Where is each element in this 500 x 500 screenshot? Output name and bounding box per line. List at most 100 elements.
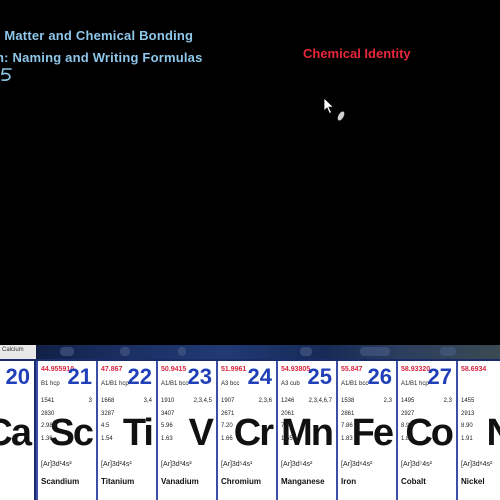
crystal-structure: A1/B1 hcp <box>401 381 429 387</box>
property-value: 2061 <box>281 410 295 417</box>
property-value: 2927 <box>401 410 415 417</box>
atomic-mass: 58.93320 <box>401 366 431 373</box>
atomic-mass: 54.93805 <box>281 366 311 373</box>
electron-config: [Ar]3d¹4s² <box>41 461 72 468</box>
property-value: 1907 <box>221 398 235 404</box>
atomic-mass: 47.867 <box>101 366 123 373</box>
atomic-number: 22 <box>127 364 152 389</box>
physical-properties: 1455 2913 8.90 1.91 <box>461 395 474 445</box>
atomic-mass: 51.9961 <box>221 366 247 373</box>
property-value: 2913 <box>461 410 475 417</box>
lecture-slide: : Matter and Chemical Bonding n: Naming … <box>0 0 500 345</box>
property-value: 1.63 <box>161 435 173 442</box>
property-value: 1246 <box>281 398 295 404</box>
property-value: 1.66 <box>221 435 233 442</box>
crystal-structure: A1/B1 bcc <box>161 381 189 387</box>
property-value: 2671 <box>221 410 235 417</box>
property-value: 1.91 <box>461 435 473 442</box>
handwritten-mark <box>0 68 12 81</box>
property-value: 8.90 <box>461 423 473 429</box>
physical-properties: 1541 2830 2.989 1.36 <box>41 395 56 445</box>
atomic-number: 23 <box>187 364 212 389</box>
element-name: Nickel <box>461 477 485 486</box>
element-name: Scandium <box>41 477 80 486</box>
element-cell: 44.955910 21 B1 hcp 3 Sc [Ar]3d¹4s² Scandium 15… <box>36 361 96 500</box>
property-value: 3407 <box>161 410 175 417</box>
mouse-pointer-icon <box>323 97 335 115</box>
oxidation-states: 3,4 <box>143 398 152 404</box>
property-value: 5.96 <box>161 423 173 429</box>
lesson-title: n: Naming and Writing Formulas <box>0 50 203 65</box>
periodic-table-top-edge: Calcium <box>0 345 500 359</box>
crystal-structure: A1/B1 hcp <box>101 381 129 387</box>
atomic-number: 24 <box>247 364 272 389</box>
property-value: 1.55 <box>281 435 293 442</box>
atomic-number: 25 <box>307 364 332 389</box>
element-cell: 54.93805 25 A3 cub 2,3,4,6,7 Mn [Ar]3d⁵4s² Man… <box>276 361 336 500</box>
physical-properties: 1538 2861 7.86 1.83 <box>341 395 354 445</box>
physical-properties: 1495 2927 8.92 1.88 <box>401 395 414 445</box>
atomic-number: 27 <box>427 364 452 389</box>
property-value: 1668 <box>101 398 115 404</box>
electron-config: [Ar]3d⁶4s² <box>341 461 373 468</box>
element-symbol: Ca <box>0 412 32 454</box>
oxidation-states: 2,3 <box>383 398 392 404</box>
property-value: 7.86 <box>341 423 353 429</box>
electron-config: [Ar]3d⁷4s² <box>401 461 432 468</box>
property-value: 1538 <box>341 398 355 404</box>
property-value: 7.47 <box>281 423 293 429</box>
oxidation-states: 3 <box>88 398 92 404</box>
property-value: 7.20 <box>221 423 233 429</box>
oxidation-states: 2,3,6 <box>258 398 272 404</box>
oxidation-states: 2,3 <box>443 398 452 404</box>
oxidation-states: 2,3,4,5 <box>193 398 212 404</box>
atomic-number: 26 <box>367 364 392 389</box>
element-cell: 58.93320 27 A1/B1 hcp 2,3 Co [Ar]3d⁷4s² Cobalt… <box>396 361 456 500</box>
physical-properties: 1907 2671 7.20 1.66 <box>221 395 234 445</box>
electron-config: [Ar]3d⁸4s² <box>461 461 493 468</box>
property-value: 2.989 <box>41 423 57 429</box>
property-value: 1.36 <box>41 435 53 442</box>
physical-properties: 1668 3287 4.5 1.54 <box>101 395 114 445</box>
element-name: Iron <box>341 477 357 486</box>
physical-properties: 1246 2061 7.47 1.55 <box>281 395 294 445</box>
atomic-number: 21 <box>67 364 92 389</box>
property-value: 4.5 <box>101 423 110 429</box>
atomic-mass: 50.9415 <box>161 366 187 373</box>
periodic-table-strip: 20Caum44.95591021B1 hcp3Sc[Ar]3d¹4s²Scan… <box>0 359 500 500</box>
crystal-structure: A1/B1 bcc <box>341 381 369 387</box>
element-name: Cobalt <box>401 477 426 486</box>
property-value: 1.54 <box>101 435 113 442</box>
property-value: 1.83 <box>341 435 353 442</box>
crystal-structure: A3 bcc <box>221 381 240 387</box>
element-name: Chromium <box>221 477 261 486</box>
pen-cursor-icon <box>337 111 345 121</box>
element-name: Manganese <box>281 477 325 486</box>
electron-config: [Ar]3d⁵4s² <box>281 461 313 468</box>
atomic-mass: 55.847 <box>341 366 363 373</box>
crystal-structure: B1 hcp <box>41 381 60 387</box>
property-value: 1455 <box>461 398 475 404</box>
electron-config: [Ar]3d²4s² <box>101 461 132 468</box>
property-value: 8.92 <box>401 423 413 429</box>
element-cell: 58.6934N[Ar]3d⁸4s²Nickel145529138.901.91 <box>456 361 500 500</box>
oxidation-states: 2,3,4,6,7 <box>308 398 332 404</box>
property-value: 1.88 <box>401 435 413 442</box>
property-value: 3287 <box>101 410 115 417</box>
element-cell: 55.847 26 A1/B1 bcc 2,3 Fe [Ar]3d⁶4s² Iron 1538… <box>336 361 396 500</box>
electron-config: [Ar]3d³4s² <box>161 461 192 468</box>
element-cell: 50.9415 23 A1/B1 bcc 2,3,4,5 V [Ar]3d³4s² Vana… <box>156 361 216 500</box>
section-label: Chemical Identity <box>303 46 411 61</box>
property-value: 1495 <box>401 398 415 404</box>
atomic-mass: 58.6934 <box>461 366 487 373</box>
physical-properties: 1910 3407 5.96 1.63 <box>161 395 174 445</box>
property-value: 2861 <box>341 410 355 417</box>
property-value: 1541 <box>41 398 55 404</box>
crystal-structure: A3 cub <box>281 381 300 387</box>
property-value: 1910 <box>161 398 175 404</box>
property-value: 2830 <box>41 410 55 417</box>
element-cell: 51.9961 24 A3 bcc 2,3,6 Cr [Ar]3d⁵4s¹ Chromium… <box>216 361 276 500</box>
unit-title: : Matter and Chemical Bonding <box>0 28 194 43</box>
atomic-number: 20 <box>5 364 30 389</box>
element-cell: 20Caum <box>0 361 34 500</box>
